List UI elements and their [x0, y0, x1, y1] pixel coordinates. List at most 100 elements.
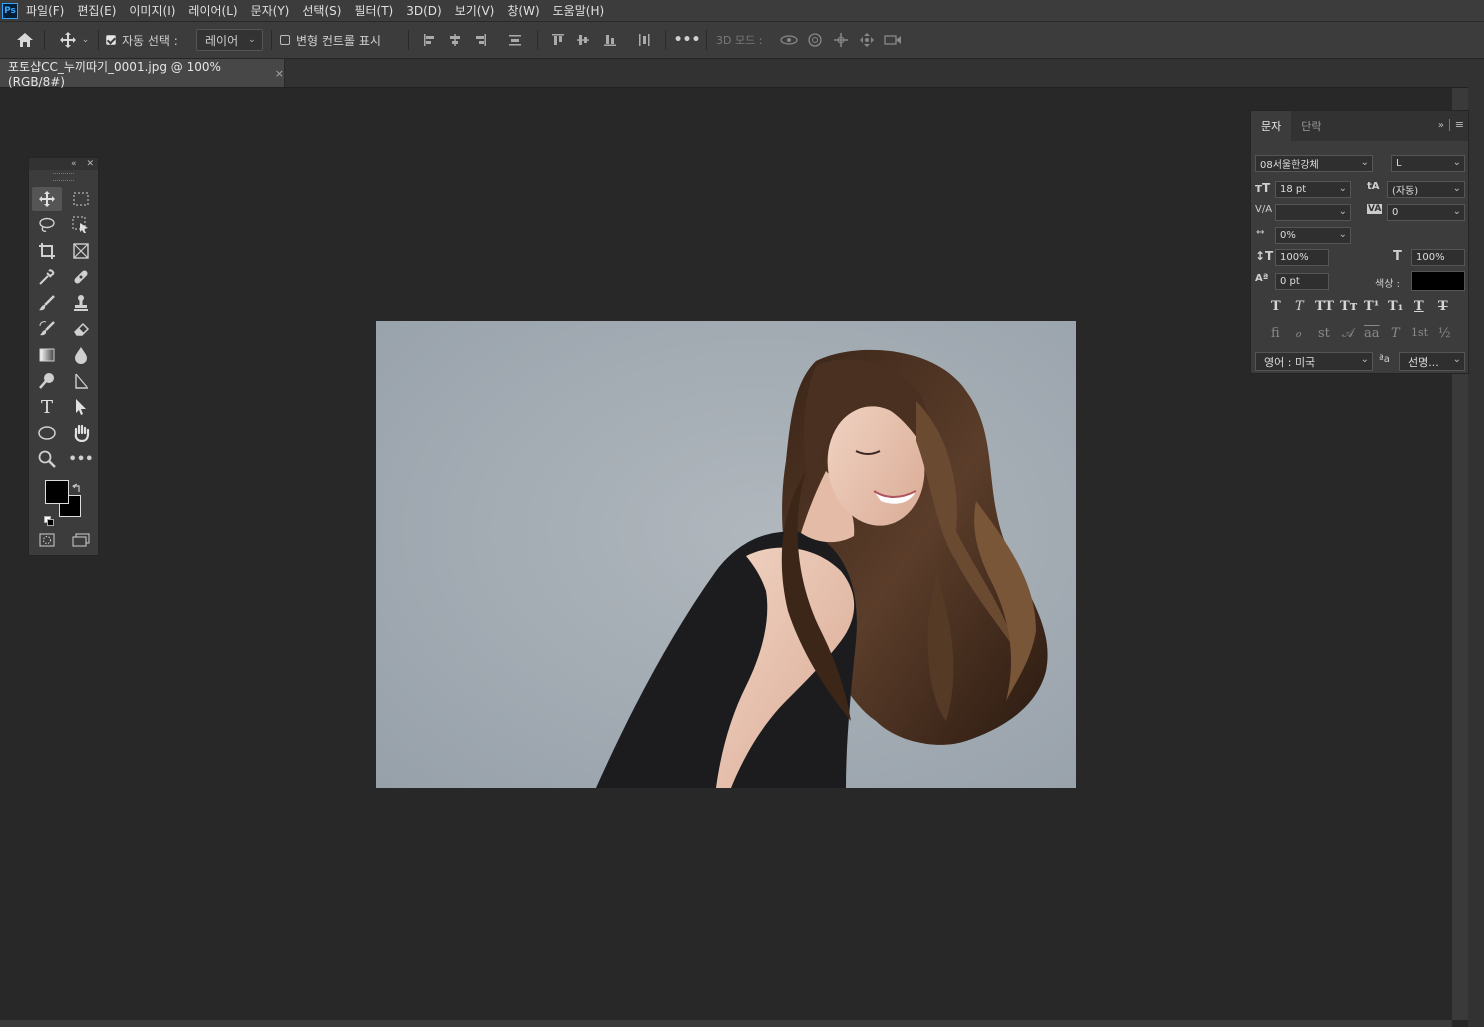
document-tab[interactable]: 포토샵CC_누끼따기_0001.jpg @ 100% (RGB/8#) ×	[0, 59, 285, 89]
text-color-swatch[interactable]	[1411, 271, 1465, 291]
lasso-tool-icon[interactable]	[32, 213, 62, 237]
menu-select[interactable]: 선택(S)	[302, 2, 341, 19]
font-style-select[interactable]: L ⌄	[1391, 155, 1465, 172]
quick-mask-icon[interactable]	[32, 528, 62, 552]
dodge-tool-icon[interactable]	[32, 369, 62, 393]
kerning-input[interactable]: ⌄	[1275, 204, 1351, 221]
tracking-input[interactable]: 0 ⌄	[1387, 204, 1465, 221]
tab-paragraph[interactable]: 단락	[1291, 111, 1331, 141]
align-left-icon[interactable]	[420, 22, 440, 58]
align-vcenter-icon[interactable]	[573, 22, 593, 58]
zoom-tool-icon[interactable]	[32, 447, 62, 471]
brush-tool-icon[interactable]	[32, 291, 62, 315]
font-family-select[interactable]: 08서울한강체 ⌄	[1255, 155, 1373, 172]
more-options-icon[interactable]: •••	[674, 22, 701, 58]
path-selection-tool-icon[interactable]	[66, 369, 96, 393]
align-bottom-icon[interactable]	[600, 22, 620, 58]
menu-layer[interactable]: 레이어(L)	[188, 2, 237, 19]
hand-tool-icon[interactable]	[66, 421, 96, 445]
blur-tool-icon[interactable]	[66, 343, 96, 367]
distribute-vertical-icon[interactable]	[634, 22, 654, 58]
move-tool-preset-icon[interactable]: ⌄	[54, 22, 94, 58]
show-transform-controls[interactable]: 변형 컨트롤 표시	[280, 22, 381, 58]
menu-file[interactable]: 파일(F)	[26, 2, 64, 19]
tsume-input[interactable]: 0% ⌄	[1275, 227, 1351, 244]
pan-3d-icon[interactable]	[830, 22, 852, 58]
foreground-color-swatch[interactable]	[45, 480, 69, 504]
auto-select-check[interactable]	[106, 35, 116, 45]
object-selection-tool-icon[interactable]	[66, 213, 96, 237]
crop-tool-icon[interactable]	[32, 239, 62, 263]
fractions-icon[interactable]: ½	[1438, 326, 1451, 341]
subscript-icon[interactable]: T₁	[1388, 299, 1403, 314]
swash-icon[interactable]: 𝒜	[1342, 326, 1354, 341]
transform-controls-check[interactable]	[280, 35, 290, 45]
document-image[interactable]	[376, 321, 1076, 788]
eraser-tool-icon[interactable]	[66, 317, 96, 341]
distribute-icon[interactable]	[505, 22, 525, 58]
ellipse-tool-icon[interactable]	[32, 421, 62, 445]
orbit-3d-icon[interactable]	[778, 22, 800, 58]
frame-tool-icon[interactable]	[66, 239, 96, 263]
ordinals-icon[interactable]: 1st	[1411, 326, 1428, 339]
eyedropper-tool-icon[interactable]	[32, 265, 62, 289]
type-tool-icon[interactable]: T	[32, 395, 62, 419]
chevron-down-icon: ⌄	[1452, 183, 1461, 194]
roll-3d-icon[interactable]	[804, 22, 826, 58]
home-icon[interactable]	[12, 22, 38, 58]
marquee-tool-icon[interactable]	[66, 187, 96, 211]
close-panel-icon[interactable]: ✕	[86, 159, 94, 169]
align-hcenter-icon[interactable]	[445, 22, 465, 58]
gradient-tool-icon[interactable]	[32, 343, 62, 367]
panel-menu-icon[interactable]: ≡	[1455, 118, 1464, 131]
ligatures-icon[interactable]: fi	[1271, 326, 1280, 341]
menu-filter[interactable]: 필터(T)	[354, 2, 393, 19]
menu-help[interactable]: 도움말(H)	[553, 2, 605, 19]
discretionary-ligatures-icon[interactable]: st	[1318, 326, 1330, 341]
healing-brush-tool-icon[interactable]	[66, 265, 96, 289]
titling-alternates-icon[interactable]: T	[1391, 326, 1400, 341]
contextual-alternates-icon[interactable]: ℴ	[1295, 326, 1301, 341]
vertical-scale-input[interactable]: 100%	[1275, 249, 1329, 266]
underline-icon[interactable]: T	[1414, 299, 1424, 314]
character-panel: 문자 단락 » ≡ 08서울한강체 ⌄ L ⌄ ᴛT 18 pt ⌄ tA (자동) ⌄…	[1250, 110, 1469, 374]
slide-3d-icon[interactable]	[856, 22, 878, 58]
edit-toolbar-icon[interactable]: •••	[66, 447, 96, 471]
auto-select-checkbox[interactable]: 자동 선택 :	[106, 22, 178, 58]
auto-select-dropdown[interactable]: 레이어 ⌄	[196, 22, 263, 58]
language-select[interactable]: 영어 : 미국 ⌄	[1255, 352, 1373, 371]
leading-input[interactable]: (자동) ⌄	[1387, 181, 1465, 198]
collapse-icon[interactable]: «	[71, 159, 77, 169]
close-tab-icon[interactable]: ×	[275, 67, 284, 80]
small-caps-icon[interactable]: Tт	[1340, 299, 1358, 314]
horizontal-scale-input[interactable]: 100%	[1411, 249, 1465, 266]
align-top-icon[interactable]	[548, 22, 568, 58]
menu-3d[interactable]: 3D(D)	[406, 4, 441, 18]
align-right-icon[interactable]	[470, 22, 490, 58]
menu-edit[interactable]: 편집(E)	[77, 2, 116, 19]
baseline-shift-input[interactable]: 0 pt	[1275, 273, 1329, 290]
history-brush-tool-icon[interactable]	[32, 317, 62, 341]
move-tool-icon[interactable]	[32, 187, 62, 211]
video-camera-icon[interactable]	[882, 22, 904, 58]
faux-italic-icon[interactable]: T	[1295, 299, 1304, 314]
antialias-select[interactable]: 선명... ⌄	[1399, 352, 1465, 371]
photoshop-logo[interactable]: Ps	[2, 2, 18, 19]
menu-image[interactable]: 이미지(I)	[129, 2, 175, 19]
faux-bold-icon[interactable]: T	[1271, 299, 1281, 314]
superscript-icon[interactable]: T¹	[1364, 299, 1379, 314]
font-size-input[interactable]: 18 pt ⌄	[1275, 181, 1351, 198]
screen-mode-icon[interactable]	[66, 528, 96, 552]
strikethrough-icon[interactable]: T	[1438, 299, 1448, 314]
all-caps-icon[interactable]: TT	[1315, 299, 1334, 314]
direct-selection-tool-icon[interactable]	[66, 395, 96, 419]
menu-view[interactable]: 보기(V)	[455, 2, 495, 19]
expand-panel-icon[interactable]: »	[1438, 120, 1444, 131]
menu-type[interactable]: 문자(Y)	[251, 2, 290, 19]
document-tab-bar: 포토샵CC_누끼따기_0001.jpg @ 100% (RGB/8#) ×	[0, 59, 1468, 89]
menu-window[interactable]: 창(W)	[507, 2, 539, 19]
clone-stamp-tool-icon[interactable]	[66, 291, 96, 315]
tab-character[interactable]: 문자	[1251, 111, 1292, 141]
stylistic-alternates-icon[interactable]: aa	[1364, 326, 1380, 341]
panel-grip[interactable]	[53, 173, 74, 181]
